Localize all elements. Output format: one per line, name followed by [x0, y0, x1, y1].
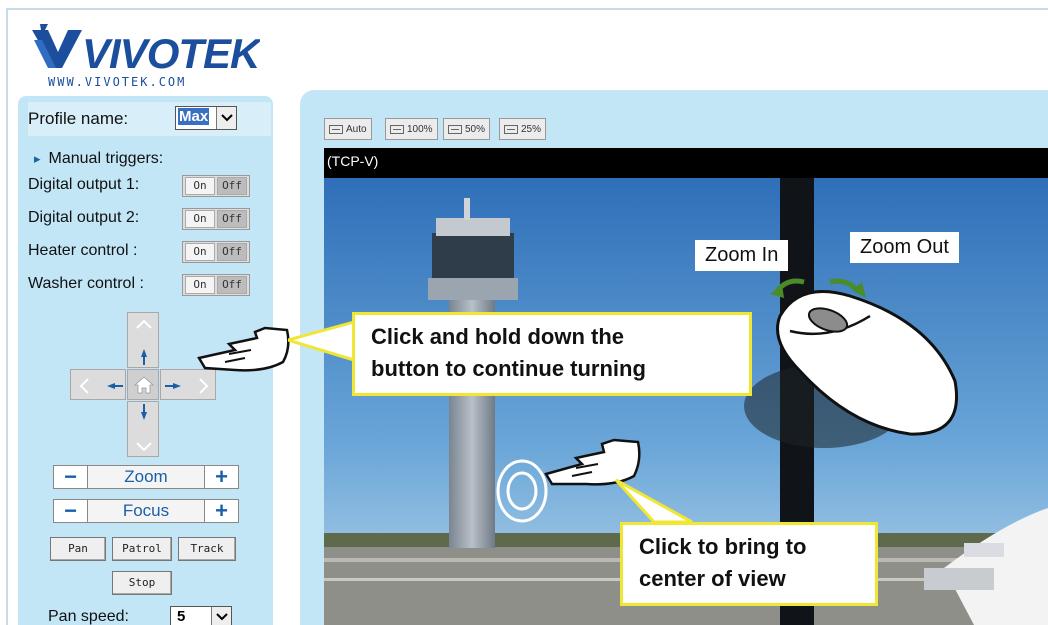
svg-text:WWW.VIVOTEK.COM: WWW.VIVOTEK.COM [48, 75, 186, 89]
digital-output-2-label: Digital output 2: [28, 209, 140, 226]
tilt-up-button[interactable] [127, 312, 159, 368]
focus-near-button[interactable]: − [54, 500, 88, 522]
view-size-auto-button[interactable]: Auto [324, 118, 372, 140]
resize-icon [329, 124, 343, 134]
heater-control-label: Heater control : [28, 242, 138, 259]
arrow-down-icon [141, 404, 147, 420]
zoom-label: Zoom [124, 467, 168, 486]
on-button[interactable]: On [185, 210, 215, 228]
heater-control-toggle[interactable]: On Off [182, 241, 250, 263]
manual-triggers-title[interactable]: ▸ Manual triggers: [34, 150, 163, 168]
callout-pointer [288, 320, 354, 362]
profile-row: Profile name: Max [28, 102, 271, 136]
home-icon [134, 376, 154, 394]
washer-control-label: Washer control : [28, 275, 144, 292]
chevron-left-icon [79, 378, 89, 394]
digital-output-1-toggle[interactable]: On Off [182, 175, 250, 197]
chevron-down-icon [216, 107, 236, 129]
off-button[interactable]: Off [217, 210, 247, 228]
page: VIVOTEK WWW.VIVOTEK.COM Profile name: Ma… [0, 0, 1048, 625]
stream-caption: (TCP-V) [324, 148, 1048, 178]
stop-button[interactable]: Stop [112, 571, 172, 595]
chevron-down-icon [136, 442, 152, 452]
off-button[interactable]: Off [217, 243, 247, 261]
focus-far-button[interactable]: + [204, 500, 238, 522]
zoom-in-arrow-icon [770, 278, 805, 298]
zoom-out-button[interactable]: − [54, 466, 88, 488]
view-size-100-button[interactable]: 100% [385, 118, 438, 140]
patrol-button[interactable]: Patrol [112, 537, 172, 561]
pan-speed-label: Pan speed: [48, 608, 129, 625]
pan-speed-select[interactable]: 5 [170, 606, 232, 625]
pan-left-button[interactable] [70, 369, 126, 400]
chevron-up-icon [136, 319, 152, 329]
arrow-right-icon [165, 383, 181, 389]
zoom-out-arrow-icon [829, 278, 866, 298]
profile-label: Profile name: [28, 109, 129, 128]
home-button[interactable] [127, 369, 159, 400]
tilt-down-button[interactable] [127, 401, 159, 457]
focus-control: − Focus + [53, 499, 239, 523]
center-view-callout: Click to bring to center of view [620, 522, 878, 606]
digital-output-2-toggle[interactable]: On Off [182, 208, 250, 230]
arrow-up-icon [141, 349, 147, 365]
profile-value: Max [178, 108, 210, 125]
resize-icon [504, 124, 518, 134]
track-button[interactable]: Track [178, 537, 236, 561]
vivotek-logo: VIVOTEK WWW.VIVOTEK.COM [32, 24, 260, 89]
hold-button-callout: Click and hold down the button to contin… [352, 312, 752, 396]
on-button[interactable]: On [185, 177, 215, 195]
profile-select[interactable]: Max [175, 106, 237, 130]
zoom-out-label: Zoom Out [850, 232, 959, 263]
chevron-right-icon: ▸ [34, 151, 41, 166]
resize-icon [390, 124, 404, 134]
zoom-control: − Zoom + [53, 465, 239, 489]
hand-pointer-icon [197, 326, 290, 372]
digital-output-1-label: Digital output 1: [28, 176, 140, 193]
callout-pointer [614, 478, 693, 524]
chevron-right-icon [199, 378, 209, 394]
focus-label: Focus [122, 501, 170, 520]
view-size-25-button[interactable]: 25% [499, 118, 547, 140]
off-button[interactable]: Off [217, 276, 247, 294]
view-size-50-button[interactable]: 50% [443, 118, 491, 140]
chevron-down-icon [211, 607, 231, 625]
zoom-in-button[interactable]: + [204, 466, 238, 488]
svg-text:VIVOTEK: VIVOTEK [82, 30, 260, 77]
on-button[interactable]: On [185, 276, 215, 294]
pan-button[interactable]: Pan [50, 537, 106, 561]
pan-speed-value: 5 [177, 608, 186, 625]
arrow-left-icon [107, 383, 123, 389]
washer-control-toggle[interactable]: On Off [182, 274, 250, 296]
off-button[interactable]: Off [217, 177, 247, 195]
on-button[interactable]: On [185, 243, 215, 261]
zoom-in-label: Zoom In [695, 240, 789, 271]
resize-icon [448, 124, 462, 134]
